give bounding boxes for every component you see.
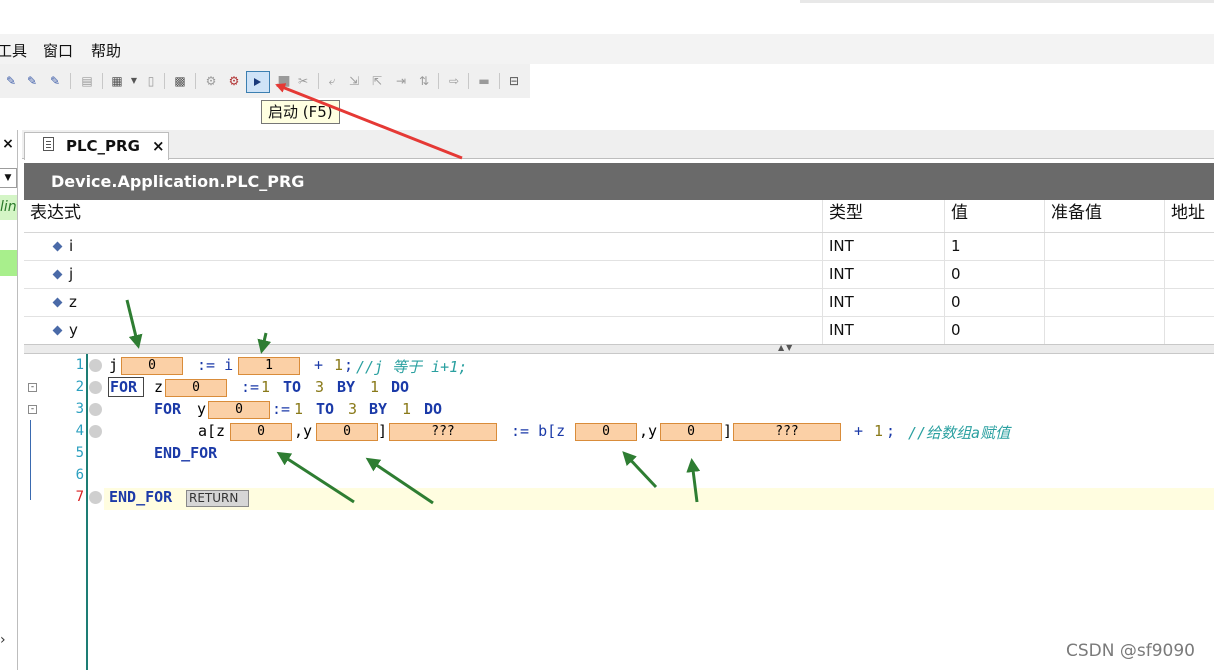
green-arrow bbox=[365, 457, 434, 505]
annotation-layer bbox=[125, 83, 701, 505]
watermark: CSDN @sf9090 bbox=[1066, 641, 1195, 661]
green-arrow bbox=[622, 451, 658, 489]
green-arrow bbox=[257, 332, 272, 354]
green-arrow bbox=[125, 299, 143, 349]
codesys-window: 工具 窗口 帮助 ✎ ✎ ✎ ▤ ▦ ▼ ▯ ▩ ⚙ ⚙ ■ ✂ ⤶ ⇲ ⇱ ⇥… bbox=[0, 0, 1214, 670]
red-arrow bbox=[275, 83, 463, 160]
green-arrow bbox=[686, 458, 701, 503]
green-arrow bbox=[276, 451, 355, 504]
